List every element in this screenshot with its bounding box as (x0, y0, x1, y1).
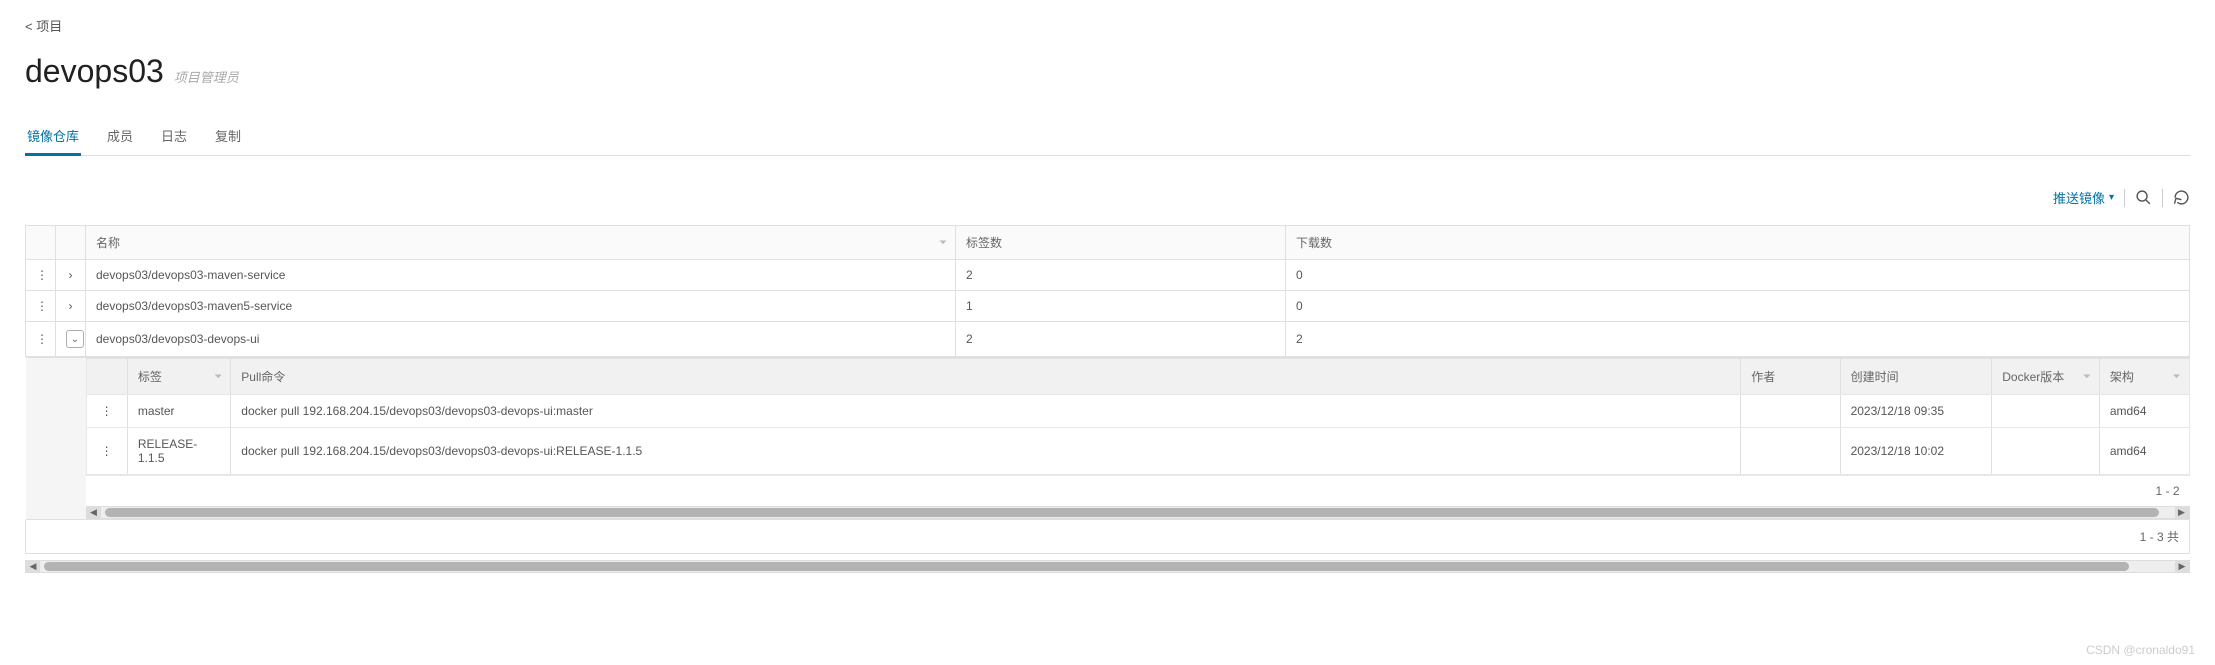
tab-members[interactable]: 成员 (105, 120, 135, 155)
repo-downloads: 0 (1286, 260, 2190, 291)
tab-bar: 镜像仓库 成员 日志 复制 (25, 120, 2190, 156)
repo-name[interactable]: devops03/devops03-maven-service (86, 260, 956, 291)
chevron-down-icon: ▾ (2109, 193, 2114, 203)
divider (2124, 189, 2125, 207)
pull-command[interactable]: docker pull 192.168.204.15/devops03/devo… (231, 428, 1741, 475)
scrollbar-thumb[interactable] (44, 562, 2129, 571)
chevron-down-icon: ⌄ (66, 330, 84, 348)
scroll-left-arrow-icon[interactable]: ◀ (26, 561, 40, 572)
inner-col-tag-label: 标签 (138, 370, 162, 384)
search-icon[interactable] (2135, 189, 2152, 206)
repo-table: 名称 ⏷ 标签数 下载数 ⋮ › devops03/devops03-maven… (25, 225, 2190, 520)
row-actions-icon[interactable]: ⋮ (86, 428, 127, 475)
scrollbar-thumb[interactable] (105, 508, 2159, 517)
tag-arch: amd64 (2099, 428, 2189, 475)
inner-col-arch[interactable]: 架构 ⏷ (2099, 359, 2189, 395)
tag-name[interactable]: RELEASE-1.1.5 (127, 428, 230, 475)
col-downloads[interactable]: 下载数 (1286, 226, 2190, 260)
tag-author (1741, 428, 1840, 475)
repo-downloads: 2 (1286, 322, 2190, 357)
inner-col-docker[interactable]: Docker版本 ⏷ (1992, 359, 2100, 395)
col-tags[interactable]: 标签数 (956, 226, 1286, 260)
col-downloads-label: 下载数 (1296, 236, 1332, 250)
expand-toggle[interactable]: › (56, 260, 86, 291)
repo-tags: 2 (956, 322, 1286, 357)
repo-tags: 1 (956, 291, 1286, 322)
inner-h-scrollbar[interactable]: ◀ ▶ (86, 506, 2190, 519)
chevron-right-icon: › (69, 300, 73, 312)
inner-col-arch-label: 架构 (2110, 370, 2134, 384)
inner-col-docker-label: Docker版本 (2002, 370, 2064, 384)
repo-downloads: 0 (1286, 291, 2190, 322)
table-row[interactable]: ⋮ › devops03/devops03-maven-service 2 0 (26, 260, 2190, 291)
chevron-right-icon: › (69, 269, 73, 281)
scroll-left-arrow-icon[interactable]: ◀ (87, 507, 101, 518)
col-name-label: 名称 (96, 236, 120, 250)
col-actions (26, 226, 56, 260)
page-title: devops03 (25, 53, 164, 90)
col-name[interactable]: 名称 ⏷ (86, 226, 956, 260)
breadcrumb-back[interactable]: < 项目 (25, 10, 2190, 53)
tag-docker-ver (1992, 428, 2100, 475)
inner-col-actions (86, 359, 127, 395)
inner-col-tag[interactable]: 标签 ⏷ (127, 359, 230, 395)
row-actions-icon[interactable]: ⋮ (26, 260, 56, 291)
inner-col-author[interactable]: 作者 (1741, 359, 1840, 395)
tag-name[interactable]: master (127, 395, 230, 428)
row-actions-icon[interactable]: ⋮ (26, 322, 56, 357)
expanded-row: 标签 ⏷ Pull命令 作者 创建时间 Docker版本 ⏷ (26, 357, 2190, 520)
inner-col-pull[interactable]: Pull命令 (231, 359, 1741, 395)
inner-pagination: 1 - 2 (86, 475, 2190, 506)
watermark: CSDN @cronaldo91 (2086, 643, 2195, 657)
col-tags-label: 标签数 (966, 236, 1002, 250)
refresh-icon[interactable] (2173, 189, 2190, 206)
repo-name[interactable]: devops03/devops03-maven5-service (86, 291, 956, 322)
tags-table: 标签 ⏷ Pull命令 作者 创建时间 Docker版本 ⏷ (86, 358, 2190, 475)
filter-icon[interactable]: ⏷ (2173, 371, 2181, 382)
tag-arch: amd64 (2099, 395, 2189, 428)
tag-created: 2023/12/18 09:35 (1840, 395, 1992, 428)
tab-replication[interactable]: 复制 (213, 120, 243, 155)
tag-created: 2023/12/18 10:02 (1840, 428, 1992, 475)
table-row[interactable]: ⋮ ⌄ devops03/devops03-devops-ui 2 2 (26, 322, 2190, 357)
scroll-right-arrow-icon[interactable]: ▶ (2175, 561, 2189, 572)
filter-icon[interactable]: ⏷ (939, 237, 947, 248)
tag-row[interactable]: ⋮ RELEASE-1.1.5 docker pull 192.168.204.… (86, 428, 2189, 475)
push-image-label: 推送镜像 (2053, 188, 2105, 207)
pull-command[interactable]: docker pull 192.168.204.15/devops03/devo… (231, 395, 1741, 428)
filter-icon[interactable]: ⏷ (2083, 371, 2091, 382)
repo-tags: 2 (956, 260, 1286, 291)
outer-h-scrollbar[interactable]: ◀ ▶ (25, 560, 2190, 573)
tag-row[interactable]: ⋮ master docker pull 192.168.204.15/devo… (86, 395, 2189, 428)
expand-toggle[interactable]: ⌄ (56, 322, 86, 357)
divider (2162, 189, 2163, 207)
filter-icon[interactable]: ⏷ (214, 371, 222, 382)
row-actions-icon[interactable]: ⋮ (86, 395, 127, 428)
page-subtitle: 项目管理员 (174, 67, 239, 86)
tag-docker-ver (1992, 395, 2100, 428)
repo-name[interactable]: devops03/devops03-devops-ui (86, 322, 956, 357)
row-actions-icon[interactable]: ⋮ (26, 291, 56, 322)
expand-toggle[interactable]: › (56, 291, 86, 322)
col-expand (56, 226, 86, 260)
outer-pagination: 1 - 3 共 (25, 520, 2190, 554)
tab-repos[interactable]: 镜像仓库 (25, 120, 81, 155)
nested-gutter (26, 358, 86, 519)
table-row[interactable]: ⋮ › devops03/devops03-maven5-service 1 0 (26, 291, 2190, 322)
inner-col-created[interactable]: 创建时间 (1840, 359, 1992, 395)
tab-logs[interactable]: 日志 (159, 120, 189, 155)
scroll-right-arrow-icon[interactable]: ▶ (2175, 507, 2189, 518)
tag-author (1741, 395, 1840, 428)
push-image-link[interactable]: 推送镜像 ▾ (2053, 188, 2114, 207)
